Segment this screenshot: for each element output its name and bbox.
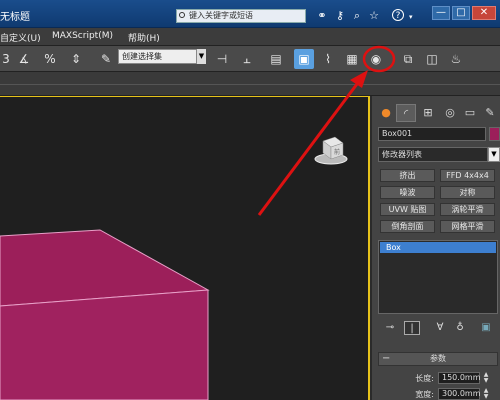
make-unique-icon[interactable]: ∀ xyxy=(432,321,448,335)
render-setup-icon[interactable]: ⧉ xyxy=(398,49,418,69)
modifier-bevel-profile-button[interactable]: 倒角剖面 xyxy=(380,220,435,233)
angle-snap-icon[interactable]: ∡ xyxy=(14,49,34,69)
motion-tab-icon[interactable]: ◎ xyxy=(440,104,460,122)
modifier-turbosmooth-button[interactable]: 涡轮平滑 xyxy=(440,203,495,216)
menu-customize[interactable]: 自定义(U) xyxy=(0,31,41,44)
spinner-snap-icon[interactable]: ⇕ xyxy=(66,49,86,69)
remove-modifier-icon[interactable]: ♁ xyxy=(452,321,468,335)
length-label: 长度: xyxy=(415,374,434,383)
mirror-icon[interactable]: ⊣ xyxy=(212,49,232,69)
configure-sets-icon[interactable]: ▣ xyxy=(478,321,494,335)
pin-stack-icon[interactable]: ⊸ xyxy=(382,321,398,335)
help-dropdown-icon[interactable]: ▾ xyxy=(409,13,413,21)
length-spinner-icon[interactable]: ▲ ▼ xyxy=(482,372,490,384)
help-icon[interactable]: ? xyxy=(392,9,404,21)
schematic-view-icon[interactable]: ▦ xyxy=(342,49,362,69)
viewcube-front-label: 前 xyxy=(334,148,340,156)
create-tab-icon[interactable]: ● xyxy=(376,104,396,122)
utilities-tab-icon[interactable]: ✎ xyxy=(480,104,500,122)
divider xyxy=(0,84,500,85)
percent-snap-icon[interactable]: % xyxy=(40,49,60,69)
width-spinner-icon[interactable]: ▲ ▼ xyxy=(482,388,490,400)
modifier-ffd-button[interactable]: FFD 4x4x4 xyxy=(440,169,495,182)
menu-help[interactable]: 帮助(H) xyxy=(128,31,160,44)
named-selection-set-dropdown[interactable]: 创建选择集 xyxy=(118,49,206,64)
magnify-icon[interactable]: ⌕ xyxy=(350,9,364,23)
close-button[interactable]: ✕ xyxy=(472,6,496,20)
toolbar-fragment-3[interactable]: 3 xyxy=(0,49,12,69)
collapse-icon[interactable]: − xyxy=(382,353,390,365)
edit-named-selection-icon[interactable]: ✎ xyxy=(96,49,116,69)
width-label: 宽度: xyxy=(415,390,434,399)
modify-tab-icon[interactable]: ◜ xyxy=(396,104,416,122)
rendered-frame-window-icon[interactable]: ◫ xyxy=(422,49,442,69)
star-icon[interactable]: ☆ xyxy=(367,9,381,23)
viewcube-icon[interactable]: 前 xyxy=(313,131,349,167)
menu-maxscript[interactable]: MAXScript(M) xyxy=(52,31,113,41)
modifier-noise-button[interactable]: 噪波 xyxy=(380,186,435,199)
chevron-down-icon[interactable]: ▼ xyxy=(488,147,500,162)
modifier-symmetry-button[interactable]: 对称 xyxy=(440,186,495,199)
scene-explorer-icon[interactable]: ▣ xyxy=(294,49,314,69)
chevron-down-icon[interactable]: ▼ xyxy=(196,49,206,64)
curve-editor-icon[interactable]: ⌇ xyxy=(318,49,338,69)
box-front-face xyxy=(0,289,209,400)
display-tab-icon[interactable]: ▭ xyxy=(460,104,480,122)
material-editor-icon[interactable]: ◉ xyxy=(366,49,386,69)
binoculars-icon[interactable]: ⚭ xyxy=(315,9,329,23)
window-title: 无标题 xyxy=(0,12,30,23)
restore-button[interactable]: □ xyxy=(452,6,470,20)
object-color-swatch[interactable] xyxy=(489,127,500,141)
align-icon[interactable]: ⫠ xyxy=(237,49,257,69)
show-end-result-icon[interactable]: | xyxy=(404,321,420,335)
key-icon[interactable]: ⚷ xyxy=(333,9,347,23)
width-field[interactable]: 300.0mm xyxy=(438,388,481,400)
search-icon xyxy=(179,12,185,18)
parameters-rollout-header[interactable]: 参数 xyxy=(378,352,498,366)
length-field[interactable]: 150.0mm xyxy=(438,372,481,384)
modifier-meshsmooth-button[interactable]: 网格平滑 xyxy=(440,220,495,233)
layer-manager-icon[interactable]: ▤ xyxy=(266,49,286,69)
modifier-list-dropdown[interactable]: 修改器列表 xyxy=(378,147,488,162)
object-name-input[interactable]: Box001 xyxy=(378,127,486,141)
modifier-extrude-button[interactable]: 挤出 xyxy=(380,169,435,182)
hierarchy-tab-icon[interactable]: ⊞ xyxy=(418,104,438,122)
modifier-uvw-map-button[interactable]: UVW 贴图 xyxy=(380,203,435,216)
minimize-button[interactable]: — xyxy=(432,6,450,20)
render-teapot-icon[interactable]: ♨ xyxy=(446,49,466,69)
modifier-stack-item[interactable]: Box xyxy=(380,242,496,253)
search-input[interactable]: 键入关键字或短语 xyxy=(176,9,306,23)
